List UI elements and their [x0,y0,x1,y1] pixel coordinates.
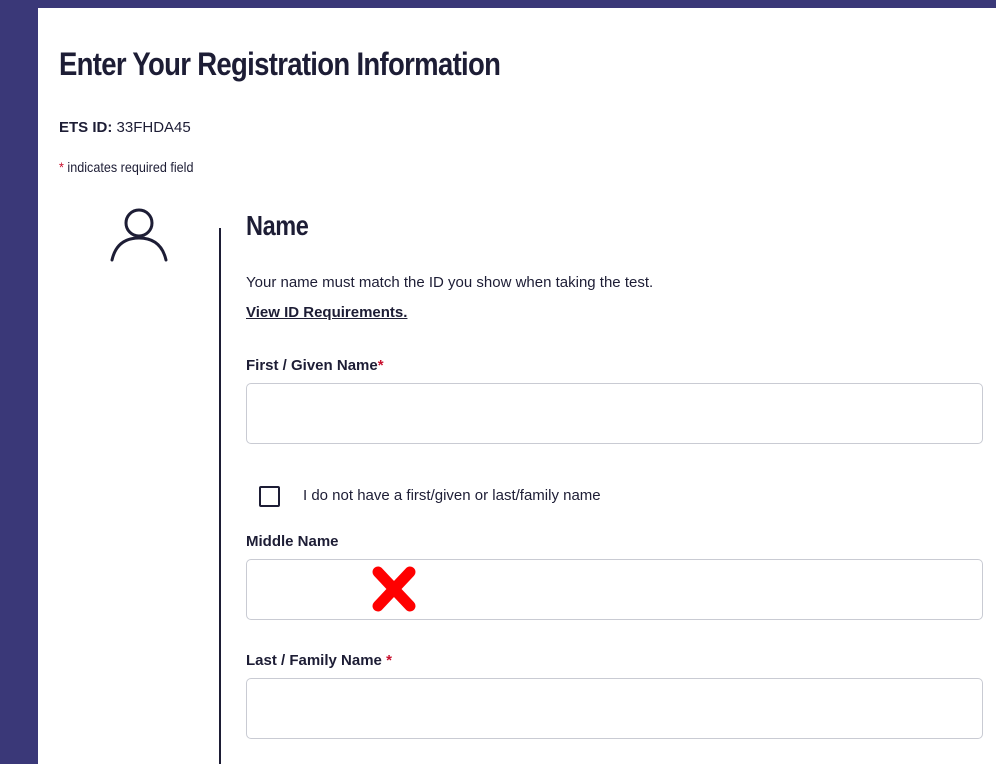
page-frame-top [0,0,996,8]
required-note-text: indicates required field [67,159,194,175]
middle-name-label: Middle Name [246,533,339,550]
required-star: * [386,652,392,669]
section-title-name: Name [246,210,309,241]
required-field-note: * indicates required field [59,159,193,175]
ets-id-label: ETS ID: [59,119,113,136]
page-frame-left [0,0,38,764]
name-description: Your name must match the ID you show whe… [246,274,654,291]
ets-id: ETS ID: 33FHDA45 [59,119,191,136]
section-divider [219,228,221,764]
last-name-label: Last / Family Name * [246,652,392,669]
view-id-requirements-link[interactable]: View ID Requirements. [246,304,407,321]
required-star: * [59,159,64,175]
required-star: * [377,357,384,374]
page-title: Enter Your Registration Information [59,46,501,82]
no-name-checkbox-label[interactable]: I do not have a first/given or last/fami… [303,487,601,504]
person-icon [110,208,168,262]
first-name-label-text: First / Given Name [246,357,378,374]
first-name-label: First / Given Name* [246,357,384,374]
red-x-mark-icon [372,566,416,612]
middle-name-input[interactable] [246,559,983,620]
last-name-label-text: Last / Family Name [246,652,382,669]
no-name-checkbox[interactable] [259,486,280,507]
ets-id-value: 33FHDA45 [116,119,191,136]
last-name-input[interactable] [246,678,983,739]
first-name-input[interactable] [246,383,983,444]
